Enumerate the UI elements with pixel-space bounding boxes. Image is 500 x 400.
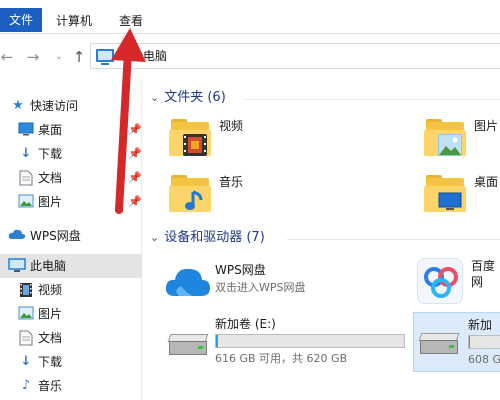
music-folder-icon [169,174,211,214]
chevron-right-icon[interactable]: › [119,49,123,63]
back-arrow-icon[interactable]: ← [0,48,16,66]
video-folder-icon [169,118,211,158]
device-tile-baidu-netdisk[interactable]: 百度网 [415,258,500,310]
device-tile-wps-cloud[interactable]: WPS网盘 双击进入WPS网盘 [165,262,405,314]
computer-icon [8,258,26,274]
sidebar-item-pictures[interactable]: 图片 [0,302,142,326]
address-path: 此电脑 [131,49,168,63]
download-icon: ↓ [20,146,32,161]
folder-tile-videos[interactable]: 视频 [169,118,329,170]
folder-tile-desktop[interactable]: 桌面 [424,174,500,226]
device-title: WPS网盘 [215,263,266,277]
drive-usage-fill [469,336,470,348]
pin-icon[interactable]: 📌 [128,142,142,166]
folder-name: 桌面 [474,175,499,189]
desktop-folder-icon [424,174,466,214]
sidebar-item-label: 视频 [38,283,63,297]
content-pane: ⌄ 文件夹 (6) 视频 图片 音乐 桌面 ⌄ 设备和驱动器 (7) WPS网盘… [143,78,500,400]
sidebar-item-music[interactable]: ♪ 音乐 [0,374,142,398]
sidebar-item-pictures[interactable]: 图片 📌 [0,190,142,214]
sidebar-item-label: 桌面 [38,123,63,137]
section-divider [287,239,500,240]
drive-space-info: 608 G [468,353,500,366]
sidebar-item-quick-access[interactable]: ★ 快速访问 [0,94,142,118]
chevron-down-icon[interactable]: ⌄ [150,91,159,104]
address-bar[interactable]: › 此电脑 [90,43,500,69]
drive-usage-bar [468,335,500,349]
video-icon [18,282,34,298]
section-divider [243,99,500,100]
folder-name: 音乐 [219,175,244,189]
sidebar-item-downloads[interactable]: ↓ 下载 [0,350,142,374]
music-icon: ♪ [21,378,31,393]
device-title: 百度网 [471,259,496,289]
sidebar-item-label: 图片 [38,307,63,321]
chevron-down-icon[interactable]: ⌄ [150,231,159,244]
folder-tile-music[interactable]: 音乐 [169,174,329,226]
device-subtitle: 双击进入WPS网盘 [215,281,306,294]
up-arrow-icon[interactable]: ↑ [70,48,88,66]
sidebar-item-documents[interactable]: 文档 [0,326,142,350]
sidebar-item-label: 文档 [38,331,63,345]
sidebar-item-wps-cloud[interactable]: WPS网盘 [0,224,142,248]
pictures-icon [18,306,34,322]
tab-file[interactable]: 文件 [0,8,42,32]
sidebar-item-desktop[interactable]: 桌面 📌 [0,118,142,142]
document-icon [18,170,34,186]
hard-drive-icon [418,333,460,355]
hard-drive-icon [167,334,209,356]
wps-cloud-icon [165,264,211,298]
sidebar-item-label: 文档 [38,171,63,185]
tab-computer[interactable]: 计算机 [48,8,100,34]
computer-icon [96,49,114,65]
sidebar-item-downloads[interactable]: ↓ 下载 📌 [0,142,142,166]
star-icon: ★ [12,98,24,113]
sidebar-item-label: 此电脑 [30,259,67,273]
sidebar-item-label: 快速访问 [30,99,79,113]
sidebar-item-label: 下载 [38,355,63,369]
folder-tile-pictures[interactable]: 图片 [424,118,500,170]
pin-icon[interactable]: 📌 [128,166,142,190]
baidu-netdisk-icon [417,258,463,304]
desktop-icon [18,122,34,138]
chevron-down-icon[interactable]: ⌄ [50,48,68,66]
sidebar-item-label: 下载 [38,147,63,161]
drive-space-info: 616 GB 可用，共 620 GB [215,352,348,365]
sidebar-item-this-pc[interactable]: 此电脑 [0,254,142,278]
sidebar-item-label: 音乐 [38,379,63,393]
sidebar-item-documents[interactable]: 文档 📌 [0,166,142,190]
pictures-icon [18,194,34,210]
device-title: 新加卷 (E:) [215,317,276,331]
navigation-bar: ← → ⌄ ↑ › 此电脑 [0,34,500,78]
folders-section-header[interactable]: ⌄ 文件夹 (6) [150,88,226,108]
drive-usage-bar [215,334,405,348]
pin-icon[interactable]: 📌 [128,118,142,142]
folder-name: 视频 [219,119,244,133]
cloud-icon [8,228,26,244]
download-icon: ↓ [20,354,32,369]
pin-icon[interactable]: 📌 [128,190,142,214]
tab-view[interactable]: 查看 [110,8,152,34]
device-tile-drive-e[interactable]: 新加卷 (E:) 616 GB 可用，共 620 GB [165,316,415,368]
sidebar-item-label: WPS网盘 [30,229,81,243]
forward-arrow-icon[interactable]: → [24,48,42,66]
devices-section-header[interactable]: ⌄ 设备和驱动器 (7) [150,228,265,248]
document-icon [18,330,34,346]
devices-section-title: 设备和驱动器 (7) [164,230,265,245]
device-tile-drive-2[interactable]: 新加卷 608 G [413,312,500,372]
ribbon: 文件 计算机 查看 [0,0,500,34]
folders-section-title: 文件夹 (6) [164,90,226,105]
sidebar-item-videos[interactable]: 视频 [0,278,142,302]
pictures-folder-icon [424,118,466,158]
drive-usage-fill [216,335,218,347]
sidebar-item-label: 图片 [38,195,63,209]
folder-name: 图片 [474,119,499,133]
navigation-pane: ★ 快速访问 桌面 📌 ↓ 下载 📌 文档 📌 图片 📌 WPS网盘 此电脑 视… [0,78,142,400]
